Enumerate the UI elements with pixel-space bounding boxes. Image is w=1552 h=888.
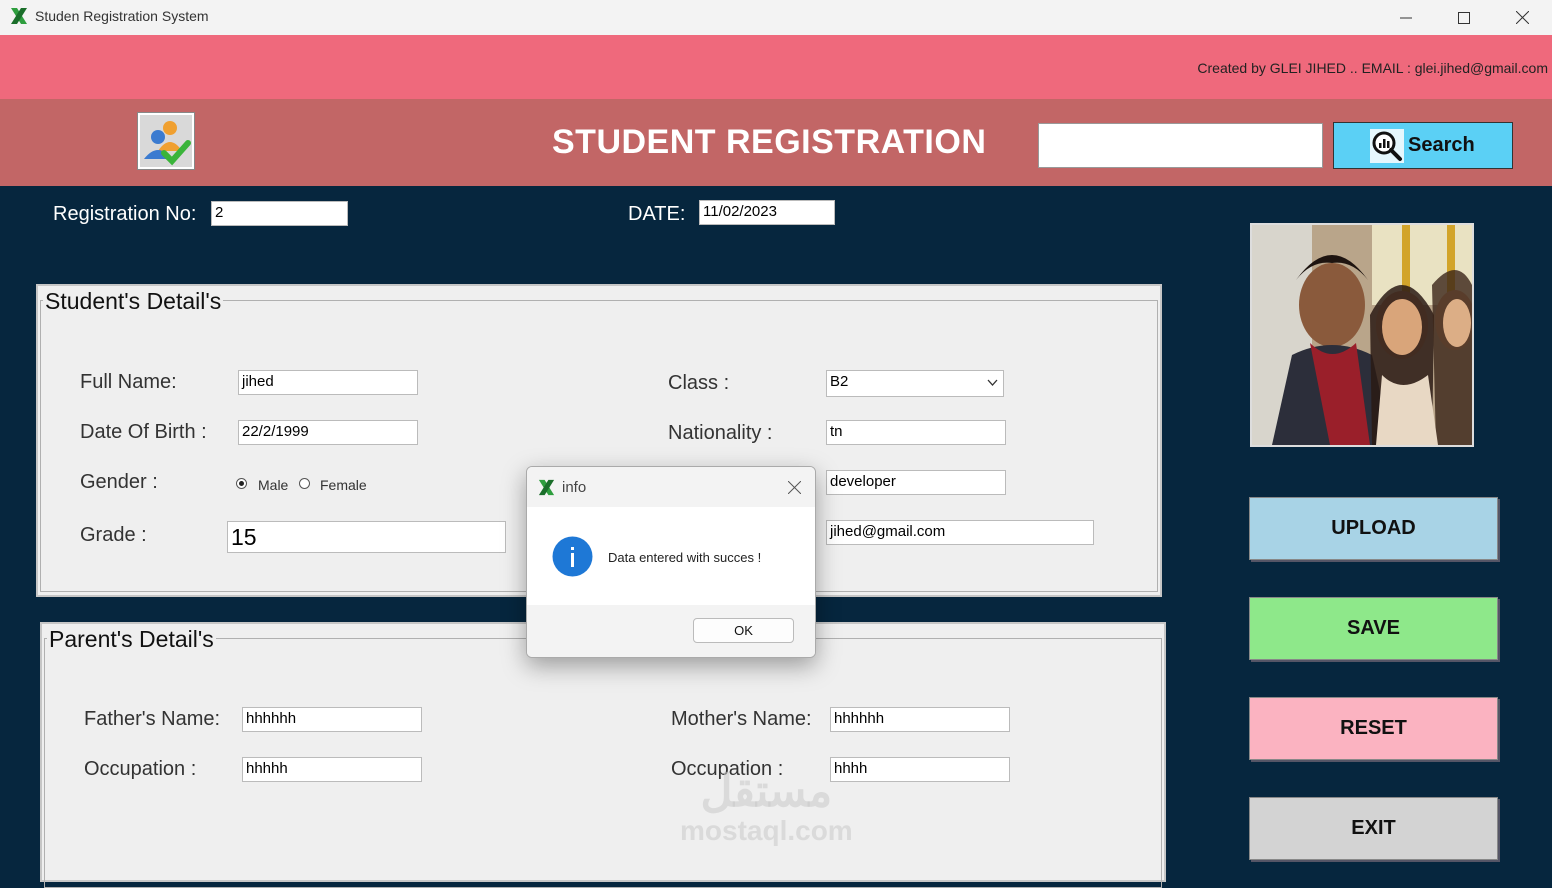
maximize-button[interactable] [1435, 0, 1493, 35]
occupation-input[interactable]: developer [826, 470, 1006, 495]
search-input[interactable] [1038, 123, 1323, 168]
full-name-label: Full Name: [80, 371, 177, 393]
gender-male-label: Male [258, 477, 289, 493]
user-check-icon [144, 121, 191, 166]
mother-name-input[interactable]: hhhhhh [830, 707, 1010, 732]
class-select[interactable]: B2 [826, 370, 1004, 397]
info-icon [552, 536, 593, 577]
watermark-arabic: مستقل [700, 767, 833, 816]
chevron-down-icon [987, 379, 998, 386]
nationality-label: Nationality : [668, 422, 773, 444]
app-x-icon [11, 8, 27, 24]
student-panel-title: Student's Detail's [43, 288, 224, 315]
dob-input[interactable]: 22/2/1999 [238, 420, 418, 445]
grade-input[interactable]: 15 [227, 521, 506, 553]
grade-label: Grade : [80, 524, 147, 546]
app-logo [137, 112, 195, 170]
father-name-input[interactable]: hhhhhh [242, 707, 422, 732]
parent-panel [40, 622, 1166, 888]
maximize-icon [1458, 11, 1470, 24]
parent-panel-title: Parent's Detail's [47, 626, 216, 653]
gender-male-radio[interactable]: Male [236, 477, 306, 493]
watermark: مستقل mostaql.com [680, 770, 853, 848]
dob-label: Date Of Birth : [80, 421, 207, 443]
title-bar: Studen Registration System [0, 0, 1552, 35]
full-name-input[interactable]: jihed [238, 370, 418, 395]
registration-label: Registration No: [53, 203, 197, 225]
mother-name-label: Mother's Name: [671, 708, 812, 730]
gender-female-label: Female [320, 477, 367, 493]
student-photo [1250, 223, 1474, 447]
credits-text: Created by GLEI JIHED .. EMAIL : glei.ji… [1197, 60, 1548, 76]
class-label: Class : [668, 372, 730, 394]
close-button[interactable] [1493, 0, 1551, 35]
close-icon [787, 480, 801, 494]
radio-checked-icon [236, 478, 247, 489]
photo-image [1252, 225, 1472, 445]
father-occupation-input[interactable]: hhhhh [242, 757, 422, 782]
date-input[interactable]: 11/02/2023 [699, 200, 835, 225]
minimize-icon [1400, 17, 1412, 18]
nationality-input[interactable]: tn [826, 420, 1006, 445]
gender-label: Gender : [80, 471, 158, 493]
registration-input[interactable]: 2 [211, 201, 348, 226]
radio-unchecked-icon [299, 478, 310, 489]
father-occupation-label: Occupation : [84, 758, 197, 780]
save-button[interactable]: SAVE [1249, 597, 1498, 660]
magnifier-chart-icon [1370, 128, 1404, 163]
class-value: B2 [830, 373, 849, 390]
upload-button[interactable]: UPLOAD [1249, 497, 1498, 560]
date-label: DATE: [628, 203, 686, 225]
email-input[interactable]: jihed@gmail.com [826, 520, 1094, 545]
minimize-button[interactable] [1377, 0, 1435, 35]
dialog-title-bar: info [527, 467, 815, 507]
page-title: STUDENT REGISTRATION [552, 123, 987, 161]
search-label: Search [1408, 134, 1475, 156]
close-icon [1515, 11, 1529, 24]
search-button[interactable]: Search [1333, 122, 1513, 169]
dialog-title: info [562, 479, 587, 496]
mother-occupation-input[interactable]: hhhh [830, 757, 1010, 782]
app-x-icon [538, 479, 555, 496]
father-name-label: Father's Name: [84, 708, 221, 730]
exit-button[interactable]: EXIT [1249, 797, 1498, 860]
watermark-latin: mostaql.com [680, 815, 853, 846]
reset-button[interactable]: RESET [1249, 697, 1498, 760]
dialog-close-button[interactable] [781, 475, 807, 499]
info-dialog: info Data entered with succes ! OK [526, 466, 816, 658]
window-title: Studen Registration System [35, 8, 209, 24]
ok-button[interactable]: OK [693, 618, 794, 643]
dialog-message: Data entered with succes ! [608, 550, 762, 565]
gender-female-radio[interactable]: Female [299, 477, 379, 493]
